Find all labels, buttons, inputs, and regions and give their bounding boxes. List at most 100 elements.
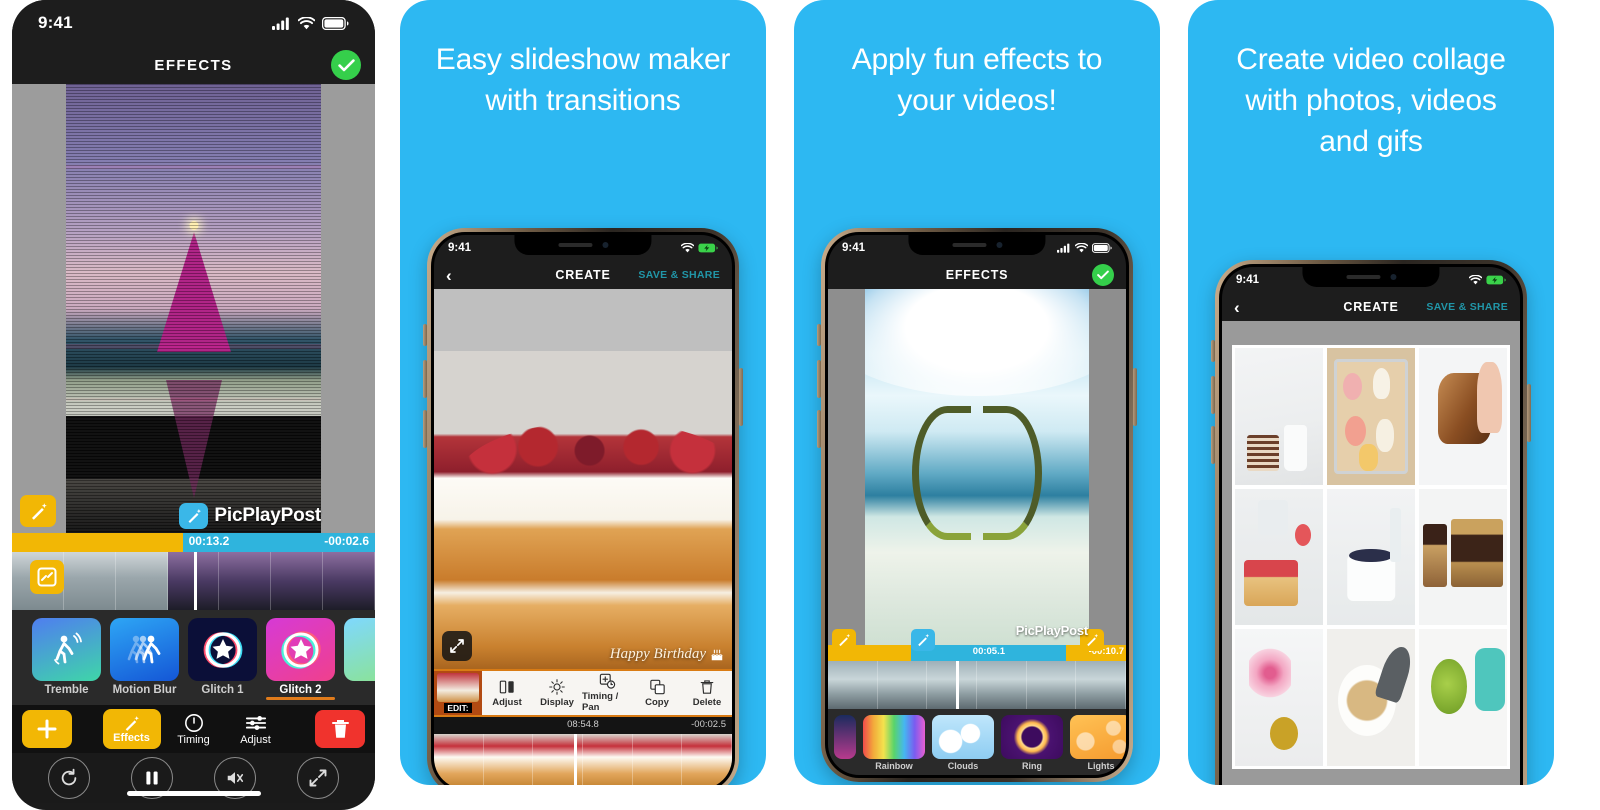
- effect-item[interactable]: Clouds: [932, 715, 994, 775]
- timing-pan-button[interactable]: Timing / Pan: [582, 671, 632, 715]
- collage-cell[interactable]: [1235, 629, 1323, 766]
- effect-item[interactable]: Ring: [1001, 715, 1063, 775]
- device-screen: 9:41 ‹ CREATE SAVE & SHARE: [1222, 267, 1520, 785]
- battery-charging-icon: [1486, 275, 1506, 285]
- edit-thumbnail-button[interactable]: EDIT:: [434, 671, 482, 715]
- plus-icon: [37, 719, 57, 739]
- playhead[interactable]: [574, 734, 577, 785]
- panel-1-app-screen: 9:41 EFFECTS PicPlayPost 00:13.2 -00:02.…: [12, 0, 375, 810]
- magic-wand-icon: [918, 633, 930, 647]
- device-notch: [1302, 267, 1440, 287]
- collage-cell[interactable]: [1235, 348, 1323, 485]
- effect-item[interactable]: Motion Blur: [110, 618, 179, 696]
- checkmark-icon: [337, 58, 355, 71]
- filmstrip[interactable]: [828, 661, 1126, 709]
- timeline-segment-cyan[interactable]: 00:13.2 -00:02.6: [182, 533, 375, 552]
- panel-2-promo-card: Easy slideshow maker with transitions 9:…: [400, 0, 766, 785]
- copy-icon: [649, 679, 665, 694]
- delete-button[interactable]: [315, 710, 365, 748]
- collage-cell[interactable]: [1419, 488, 1507, 626]
- timing-button[interactable]: Timing: [165, 713, 223, 746]
- wifi-icon: [1075, 243, 1088, 253]
- brand-name: PicPlayPost: [1015, 623, 1088, 638]
- effect-item[interactable]: [344, 618, 375, 681]
- save-and-share-button[interactable]: SAVE & SHARE: [1426, 301, 1508, 313]
- preview-canvas[interactable]: [828, 289, 1126, 645]
- effect-item-partial[interactable]: [834, 715, 856, 775]
- preview-photo-birthday-cake: [434, 351, 732, 669]
- rainbow-thumbnail: [863, 715, 925, 759]
- delete-label: Delete: [692, 696, 722, 708]
- palm-leaf-right: [982, 406, 1042, 541]
- preview-canvas[interactable]: PicPlayPost: [12, 84, 375, 533]
- back-button[interactable]: ‹: [1234, 299, 1240, 316]
- status-time: 9:41: [448, 242, 472, 254]
- effects-carousel[interactable]: Tremble Motion Blur Glitch 1 Glitch 2: [12, 610, 375, 705]
- filmstrip[interactable]: [12, 552, 375, 610]
- collage-grid[interactable]: [1232, 345, 1510, 769]
- copy-button[interactable]: Copy: [632, 671, 682, 715]
- effect-label: Rainbow: [875, 761, 913, 771]
- collage-cell[interactable]: [1235, 488, 1323, 626]
- magic-wand-icon: [31, 502, 47, 520]
- adjust-button[interactable]: Adjust: [227, 713, 285, 746]
- fullscreen-button[interactable]: [442, 631, 472, 661]
- tremble-icon: [53, 632, 82, 664]
- back-button[interactable]: ‹: [446, 267, 452, 284]
- effects-carousel[interactable]: Rainbow Clouds Ring Lights: [828, 709, 1126, 775]
- magic-wand-icon: [188, 509, 201, 523]
- effects-button-label: Effects: [113, 731, 150, 744]
- add-media-button[interactable]: [22, 710, 72, 748]
- effect-label: Lights: [1087, 761, 1115, 771]
- fullscreen-button[interactable]: [296, 757, 339, 799]
- trash-icon: [331, 720, 349, 738]
- confirm-button[interactable]: [331, 50, 361, 80]
- screenshot-gallery: 9:41 EFFECTS PicPlayPost 00:13.2 -00:02.…: [0, 0, 1600, 810]
- collage-canvas[interactable]: [1222, 321, 1520, 785]
- playhead[interactable]: [193, 552, 197, 610]
- timeline-elapsed: 08:54.8: [567, 719, 599, 730]
- center-effect-wand-button[interactable]: [179, 503, 209, 529]
- device-mockup: 9:41 ‹ CREATE SAVE & SHARE: [423, 228, 743, 785]
- signal-bars-icon: [272, 17, 289, 30]
- wifi-icon: [681, 243, 694, 253]
- timeline-elapsed: 00:05.1: [972, 646, 1006, 657]
- left-effect-wand-button[interactable]: [20, 495, 56, 527]
- collage-cell[interactable]: [1419, 629, 1507, 766]
- effects-button[interactable]: Effects: [102, 709, 161, 749]
- save-and-share-button[interactable]: SAVE & SHARE: [638, 269, 720, 281]
- nav-bar: EFFECTS: [12, 46, 375, 84]
- adjust-button[interactable]: Adjust: [482, 671, 532, 715]
- playback-bar[interactable]: [12, 753, 375, 803]
- page-title: EFFECTS: [945, 268, 1009, 282]
- transition-button[interactable]: [30, 560, 64, 594]
- copy-label: Copy: [645, 696, 669, 708]
- effect-item[interactable]: Tremble: [32, 618, 101, 696]
- expand-arrows-icon: [309, 769, 327, 787]
- left-effect-wand-button[interactable]: [832, 629, 856, 651]
- effect-item[interactable]: Rainbow: [863, 715, 925, 775]
- transition-icon: [37, 567, 57, 587]
- collage-cell[interactable]: [1327, 488, 1415, 626]
- center-effect-wand-button[interactable]: [911, 629, 936, 651]
- timeline-segment-yellow[interactable]: [12, 533, 183, 552]
- effect-item-selected[interactable]: Glitch 2: [266, 618, 335, 700]
- loop-button[interactable]: [48, 757, 91, 799]
- display-button[interactable]: Display: [532, 671, 582, 715]
- timeline-time-bar[interactable]: 00:13.2 -00:02.6: [12, 533, 375, 552]
- status-time: 9:41: [842, 242, 866, 254]
- preview-canvas[interactable]: Happy Birthday: [434, 289, 732, 669]
- delete-button[interactable]: Delete: [682, 671, 732, 715]
- collage-cell[interactable]: [1327, 629, 1415, 766]
- collage-cell[interactable]: [1419, 348, 1507, 485]
- playhead[interactable]: [956, 661, 959, 709]
- collage-cell[interactable]: [1327, 348, 1415, 485]
- filmstrip[interactable]: [434, 734, 732, 785]
- effect-label: Ring: [1022, 761, 1042, 771]
- effect-item[interactable]: Lights: [1070, 715, 1126, 775]
- bottom-toolbar[interactable]: Effects Timing Adjust: [12, 705, 375, 753]
- edit-toolbar[interactable]: EDIT: Adjust Display Timing / Pan Copy D…: [434, 669, 732, 717]
- timeline-elapsed: 00:13.2: [188, 534, 230, 548]
- confirm-button[interactable]: [1092, 264, 1114, 286]
- effect-item[interactable]: Glitch 1: [188, 618, 257, 696]
